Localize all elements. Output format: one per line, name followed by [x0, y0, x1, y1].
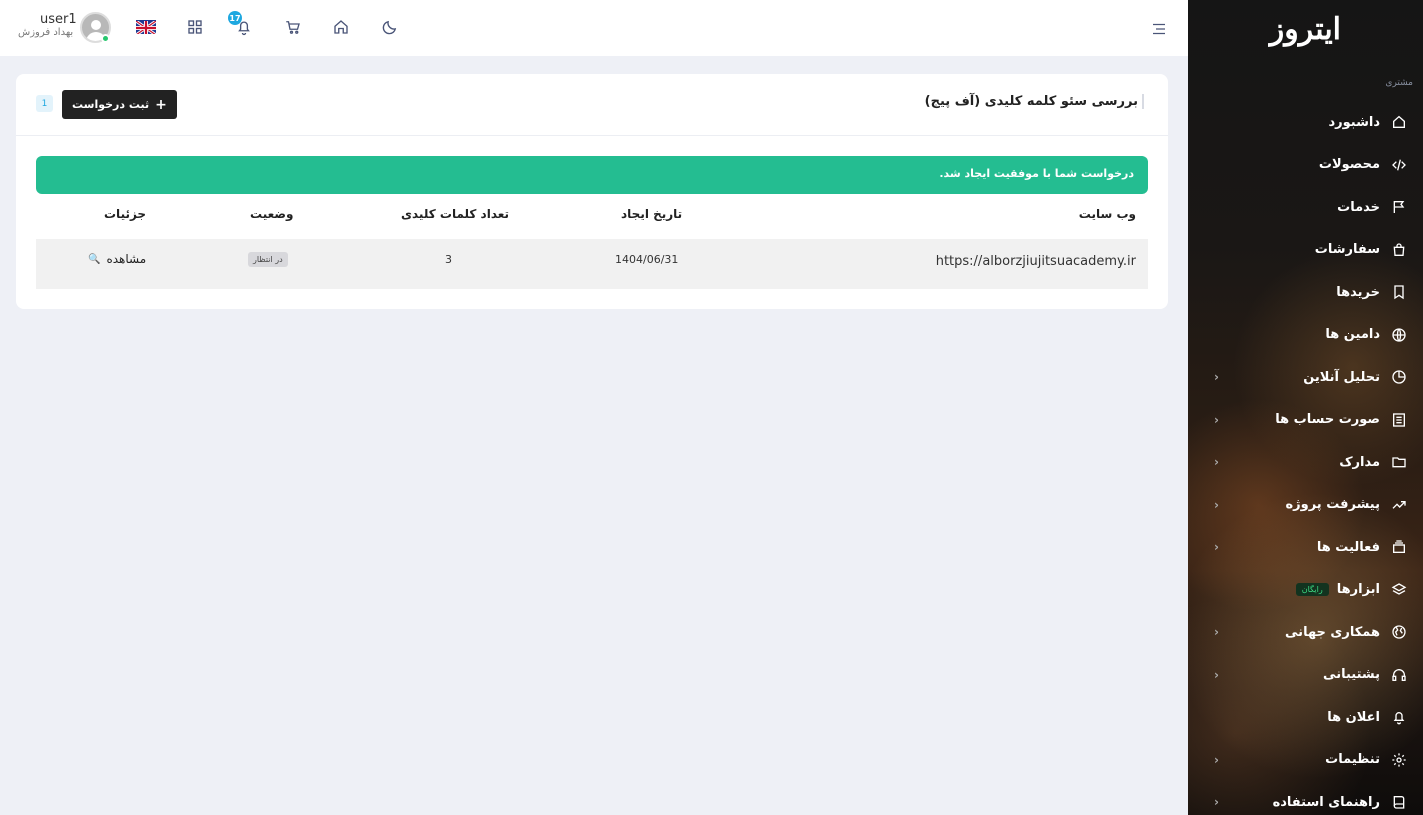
sidebar-item-label: راهنمای استفاده	[1272, 794, 1380, 810]
sidebar-item-8[interactable]: مدارک ‹	[1188, 441, 1423, 484]
view-details-label: مشاهده	[106, 252, 147, 266]
sidebar-item-3[interactable]: سفارشات	[1188, 229, 1423, 272]
moon-icon[interactable]	[379, 16, 401, 38]
sidebar-item-0[interactable]: داشبورد	[1188, 101, 1423, 144]
sidebar-item-label: ابزارها	[1336, 582, 1380, 598]
sidebar-item-label: صورت حساب ها	[1275, 412, 1380, 428]
sidebar-item-14[interactable]: اعلان ها	[1188, 696, 1423, 739]
column-header-status: وضعیت	[250, 207, 294, 221]
username[interactable]: user1	[40, 12, 77, 27]
sidebar-item-11[interactable]: ابزارها رایگان	[1188, 569, 1423, 612]
sidebar-item-label: دامین ها	[1325, 327, 1380, 343]
website-cell: https://alborzjiujitsuacademy.ir	[935, 254, 1136, 269]
sidebar-item-label: خریدها	[1336, 284, 1380, 300]
chevron-left-icon[interactable]: ‹	[1214, 668, 1219, 682]
seo-requests-card: بررسی سئو کلمه کلیدی (آف پیج) + ثبت درخو…	[16, 74, 1168, 309]
sidebar-item-7[interactable]: صورت حساب ها ‹	[1188, 399, 1423, 442]
status-badge: در انتظار	[248, 252, 288, 267]
sidebar-item-label: پشتیبانی	[1323, 667, 1380, 683]
layers-icon	[1389, 537, 1409, 557]
plus-icon: +	[155, 96, 167, 113]
sidebar-item-13[interactable]: پشتیبانی ‹	[1188, 654, 1423, 697]
online-status-dot	[101, 34, 110, 43]
sidebar-item-9[interactable]: پیشرفت پروژه ‹	[1188, 484, 1423, 527]
logo[interactable]: ایتروز	[1270, 12, 1342, 47]
column-header-created: تاریخ ایجاد	[621, 207, 683, 221]
sidebar-item-label: داشبورد	[1328, 114, 1380, 130]
apps-grid-icon[interactable]	[184, 16, 206, 38]
column-header-details: جزئیات	[104, 207, 147, 221]
home-icon	[1389, 112, 1409, 132]
bag-icon	[1389, 240, 1409, 260]
sidebar-item-2[interactable]: خدمات	[1188, 186, 1423, 229]
cart-icon[interactable]	[282, 16, 304, 38]
stack-icon	[1389, 580, 1409, 600]
chevron-left-icon[interactable]: ‹	[1214, 540, 1219, 554]
top-header: user1 بهداد فروزش 17	[0, 0, 1188, 56]
sidebar-item-6[interactable]: تحلیل آنلاین ‹	[1188, 356, 1423, 399]
created-date-cell: 1404/06/31	[615, 253, 679, 266]
sidebar-section-label: مشتری	[1385, 78, 1413, 88]
request-count-badge: 1	[36, 95, 53, 112]
flag-icon	[1389, 197, 1409, 217]
user-role: بهداد فروزش	[18, 27, 74, 38]
home-icon[interactable]	[330, 16, 352, 38]
add-request-button[interactable]: + ثبت درخواست	[62, 90, 177, 119]
keyword-count-cell: 3	[445, 253, 452, 266]
bookmark-icon	[1389, 282, 1409, 302]
globe-icon	[1389, 325, 1409, 345]
headset-icon	[1389, 665, 1409, 685]
sidebar-item-label: تنظیمات	[1325, 752, 1380, 768]
sidebar: ایتروز مشتری داشبورد محصولات خدمات سفارشات خ…	[1188, 0, 1423, 815]
trend-icon	[1389, 495, 1409, 515]
menu-toggle-icon[interactable]	[1148, 18, 1170, 40]
sidebar-item-label: فعالیت ها	[1316, 539, 1380, 555]
page-title: بررسی سئو کلمه کلیدی (آف پیج)	[925, 94, 1144, 109]
sidebar-item-4[interactable]: خریدها	[1188, 271, 1423, 314]
sidebar-item-label: خدمات	[1337, 199, 1380, 215]
chevron-left-icon[interactable]: ‹	[1214, 625, 1219, 639]
sidebar-item-16[interactable]: راهنمای استفاده ‹	[1188, 781, 1423, 815]
add-request-label: ثبت درخواست	[72, 98, 150, 111]
chevron-left-icon[interactable]: ‹	[1214, 413, 1219, 427]
chevron-left-icon[interactable]: ‹	[1214, 753, 1219, 767]
chevron-left-icon[interactable]: ‹	[1214, 498, 1219, 512]
sidebar-item-12[interactable]: همکاری جهانی ‹	[1188, 611, 1423, 654]
book-icon	[1389, 792, 1409, 812]
success-alert: درخواست شما با موفقیت ایجاد شد.	[36, 156, 1148, 194]
column-header-keywords: تعداد کلمات کلیدی	[401, 207, 510, 221]
card-header: بررسی سئو کلمه کلیدی (آف پیج) + ثبت درخو…	[16, 74, 1168, 136]
sidebar-item-label: محصولات	[1318, 157, 1380, 173]
notification-badge: 17	[228, 11, 242, 25]
free-badge: رایگان	[1295, 583, 1329, 597]
sidebar-nav: داشبورد محصولات خدمات سفارشات خریدها دامین ها…	[1188, 101, 1423, 815]
sidebar-item-label: مدارک	[1339, 454, 1380, 470]
sidebar-item-1[interactable]: محصولات	[1188, 144, 1423, 187]
bell-icon	[1389, 707, 1409, 727]
sidebar-item-label: پیشرفت پروژه	[1285, 497, 1380, 513]
gear-icon	[1389, 750, 1409, 770]
sidebar-item-label: سفارشات	[1314, 242, 1380, 258]
folder-icon	[1389, 452, 1409, 472]
column-header-website: وب سایت	[1078, 207, 1136, 221]
sidebar-item-label: همکاری جهانی	[1285, 624, 1380, 640]
chevron-left-icon[interactable]: ‹	[1214, 370, 1219, 384]
search-icon: 🔍	[88, 253, 101, 265]
sidebar-item-5[interactable]: دامین ها	[1188, 314, 1423, 357]
chevron-left-icon[interactable]: ‹	[1214, 795, 1219, 809]
sidebar-item-label: اعلان ها	[1327, 709, 1380, 725]
sidebar-item-10[interactable]: فعالیت ها ‹	[1188, 526, 1423, 569]
chevron-left-icon[interactable]: ‹	[1214, 455, 1219, 469]
uk-flag-icon[interactable]	[136, 20, 156, 34]
pie-icon	[1389, 367, 1409, 387]
sidebar-item-label: تحلیل آنلاین	[1303, 369, 1380, 385]
view-details-link[interactable]: مشاهده 🔍	[88, 252, 146, 266]
code-icon	[1389, 155, 1409, 175]
invoice-icon	[1389, 410, 1409, 430]
sidebar-item-15[interactable]: تنظیمات ‹	[1188, 739, 1423, 782]
earth-icon	[1389, 622, 1409, 642]
